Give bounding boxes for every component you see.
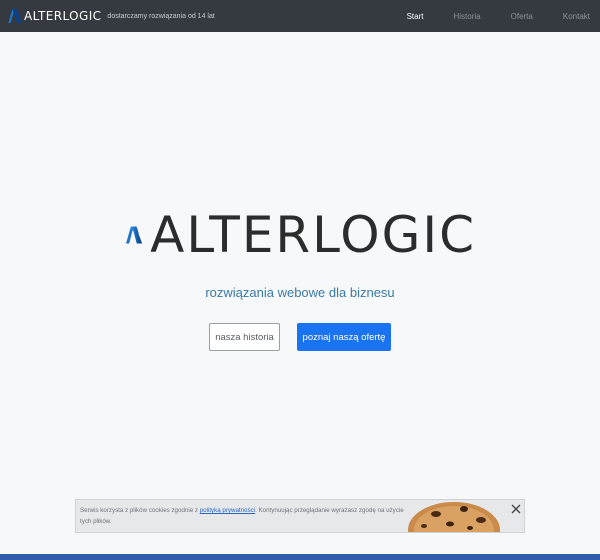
hero-logo: ALTERLOGIC [126,195,476,275]
alterlogic-logo-icon [8,9,22,23]
cookie-consent-bar: Serwis korzysta z plików cookies zgodnie… [75,499,525,533]
hero-brand-name: ALTERLOGIC [150,206,476,264]
footer-strip [0,554,600,560]
nav-item-oferta[interactable]: Oferta [511,12,533,21]
alterlogic-mark-icon [126,226,143,244]
cookie-text-before: Serwis korzysta z plików cookies zgodnie… [80,507,198,514]
hero-tagline: rozwiązania webowe dla biznesu [205,285,395,300]
close-icon[interactable] [510,503,522,515]
brand-tagline: dostarczamy rozwiązania od 14 lat [107,12,215,20]
brand-link[interactable]: ALTERLOGIC dostarczamy rozwiązania od 14… [8,0,215,32]
cookie-image [408,502,500,532]
offer-button[interactable]: poznaj naszą ofertę [297,323,391,351]
nav-item-start[interactable]: Start [407,12,424,21]
nav-links: Start Historia Oferta Kontakt [377,0,590,32]
privacy-policy-link[interactable]: polityką prywatności [200,507,255,514]
top-navbar: ALTERLOGIC dostarczamy rozwiązania od 14… [0,0,600,32]
cookie-text: Serwis korzysta z plików cookies zgodnie… [80,505,416,527]
nav-item-historia[interactable]: Historia [454,12,481,21]
nav-item-kontakt[interactable]: Kontakt [563,12,590,21]
brand-name: ALTERLOGIC [24,9,102,23]
history-button[interactable]: nasza historia [209,323,280,351]
